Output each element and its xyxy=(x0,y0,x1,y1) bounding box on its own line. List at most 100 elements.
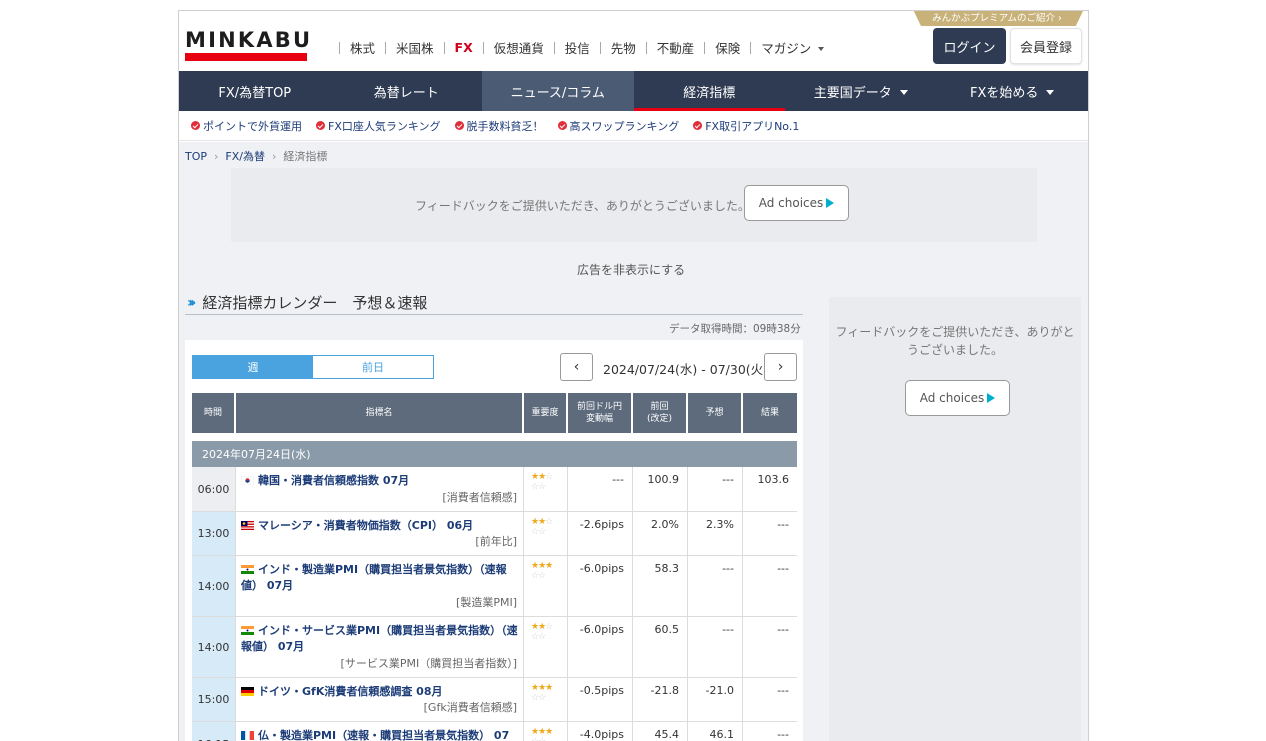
promo-links: ポイントで外貨運用 FX口座人気ランキング 脱手数料貧乏！ 高スワップランキング… xyxy=(179,111,1088,141)
nav-separator xyxy=(339,41,340,54)
mainnav-country-data[interactable]: 主要国データ xyxy=(785,71,937,111)
topnav-futures[interactable]: 先物 xyxy=(611,38,636,57)
ad-choices-button[interactable]: Ad choices xyxy=(744,185,849,221)
hide-ad-link[interactable]: 広告を非表示にする xyxy=(577,261,685,278)
cell-forecast: 2.3% xyxy=(688,512,743,555)
register-button[interactable]: 会員登録 xyxy=(1010,28,1082,64)
nav-separator xyxy=(482,41,484,54)
next-week-button[interactable]: › xyxy=(764,353,797,381)
col-header-prev-change: 前回ドル円 変動幅 xyxy=(568,393,631,433)
table-row: 14:00 インド・製造業PMI（購買担当者景気指数）（速報値） 07月 [製造… xyxy=(192,556,797,617)
indicator-category: [製造業PMI] xyxy=(456,596,517,609)
topnav-fx[interactable]: FX xyxy=(455,40,473,55)
table-row: 13:00 マレーシア・消費者物価指数（CPI） 06月 [前年比] ★★☆ ☆☆… xyxy=(192,512,797,556)
adchoices-icon xyxy=(987,393,996,403)
login-button[interactable]: ログイン xyxy=(933,28,1006,64)
cell-importance: ★★☆ ☆☆ xyxy=(524,617,568,677)
topnav-real-estate[interactable]: 不動産 xyxy=(657,38,695,57)
cell-time: 15:00 xyxy=(192,678,236,721)
tab-week[interactable]: 週 xyxy=(193,356,313,378)
mainnav-rates[interactable]: 為替レート xyxy=(331,71,483,111)
calendar-panel: 週 前日 ‹ 2024/07/24(水) - 07/30(火) › 時間 指標名… xyxy=(185,340,803,741)
breadcrumb: TOP › FX/為替 › 経済指標 xyxy=(185,148,327,164)
cell-forecast: -21.0 xyxy=(688,678,743,721)
col-header-time: 時間 xyxy=(192,393,234,433)
premium-banner[interactable]: みんかぶプレミアムのご紹介 › xyxy=(913,11,1083,26)
check-circle-icon xyxy=(454,121,464,130)
star-rating-icon: ★★★☆☆ xyxy=(531,727,553,741)
indicator-link[interactable]: マレーシア・消費者物価指数（CPI） 06月 xyxy=(241,518,519,534)
nav-separator xyxy=(443,41,445,54)
indicator-link[interactable]: ドイツ・GfK消費者信頼感調査 08月 xyxy=(241,684,519,700)
date-heading-row: 2024年07月24日(水) xyxy=(192,441,797,467)
india-flag-icon xyxy=(241,626,254,635)
check-circle-icon xyxy=(693,121,703,130)
mainnav-indicators[interactable]: 経済指標 xyxy=(633,71,786,111)
col-header-forecast: 予想 xyxy=(688,393,741,433)
indicator-link[interactable]: 韓国・消費者信頼感指数 07月 xyxy=(241,473,519,489)
mainnav-start-fx[interactable]: FXを始める xyxy=(937,71,1089,111)
cell-prev-change: -0.5pips xyxy=(568,678,633,721)
topnav-stocks[interactable]: 株式 xyxy=(350,38,375,57)
topnav-funds[interactable]: 投信 xyxy=(565,38,590,57)
cell-importance: ★★☆ ☆☆ xyxy=(524,467,568,511)
cell-result: --- xyxy=(777,728,789,741)
star-rating-icon: ★★★☆☆ xyxy=(531,561,553,581)
cell-result: 103.6 xyxy=(757,473,790,486)
col-header-importance: 重要度 xyxy=(524,393,566,433)
indicator-link[interactable]: 仏・製造業PMI（速報・購買担当者景気指数） 07月 xyxy=(241,728,519,741)
indicator-category: [前年比] xyxy=(475,535,517,548)
promo-link-swap[interactable]: 高スワップランキング xyxy=(557,118,679,134)
section-divider xyxy=(185,314,803,315)
page-frame: MINKABU 株式 米国株 FX 仮想通貨 投信 先物 不動産 保険 マガジン… xyxy=(178,10,1089,741)
table-row: 14:00 インド・サービス業PMI（購買担当者景気指数）（速報値） 07月 [… xyxy=(192,617,797,678)
nav-separator xyxy=(599,41,601,54)
ad-choices-button[interactable]: Ad choices xyxy=(905,380,1010,416)
cell-prev: 45.4 xyxy=(633,722,688,741)
breadcrumb-top[interactable]: TOP xyxy=(185,150,207,163)
mainnav-news[interactable]: ニュース/コラム xyxy=(482,71,634,111)
cell-prev: -21.8 xyxy=(633,678,688,721)
chevron-left-icon: ‹ xyxy=(573,359,580,375)
france-flag-icon xyxy=(241,731,254,740)
topnav-us-stocks[interactable]: 米国株 xyxy=(396,38,434,57)
indicator-link[interactable]: インド・サービス業PMI（購買担当者景気指数）（速報値） 07月 xyxy=(241,623,519,655)
section-title: ››› 経済指標カレンダー 予想＆速報 xyxy=(187,294,428,312)
breadcrumb-fx[interactable]: FX/為替 xyxy=(225,148,265,164)
promo-link-fees[interactable]: 脱手数料貧乏！ xyxy=(454,118,544,134)
chevron-right-icon: › xyxy=(777,359,784,375)
india-flag-icon xyxy=(241,565,254,574)
cell-importance: ★★★☆☆ xyxy=(524,678,568,721)
ad-banner-top: フィードバックをご提供いただき、ありがとうございました。 Ad choices xyxy=(231,168,1037,242)
cell-prev-change: -4.0pips xyxy=(568,722,633,741)
nav-separator xyxy=(645,41,647,54)
promo-link-points[interactable]: ポイントで外貨運用 xyxy=(191,118,302,134)
cell-indicator: インド・サービス業PMI（購買担当者景気指数）（速報値） 07月 [サービス業P… xyxy=(236,617,524,677)
chevron-down-icon xyxy=(818,46,825,51)
site-header: MINKABU 株式 米国株 FX 仮想通貨 投信 先物 不動産 保険 マガジン… xyxy=(179,11,1088,71)
col-header-prev: 前回 (改定) xyxy=(633,393,686,433)
malaysia-flag-icon xyxy=(241,521,254,530)
cell-indicator: 仏・製造業PMI（速報・購買担当者景気指数） 07月 xyxy=(236,722,524,741)
mainnav-fx-top[interactable]: FX/為替TOP xyxy=(179,71,331,111)
minkabu-logo[interactable]: MINKABU xyxy=(185,28,312,52)
topnav-insurance[interactable]: 保険 xyxy=(715,38,740,57)
tab-previous-day[interactable]: 前日 xyxy=(313,356,433,378)
topnav-magazine[interactable]: マガジン xyxy=(761,38,825,57)
check-circle-icon xyxy=(316,121,325,130)
germany-flag-icon xyxy=(241,687,254,696)
indicator-link[interactable]: インド・製造業PMI（購買担当者景気指数）（速報値） 07月 xyxy=(241,562,519,594)
col-header-result: 結果 xyxy=(743,393,797,433)
promo-link-app[interactable]: FX取引アプリNo.1 xyxy=(693,118,799,134)
cell-indicator: マレーシア・消費者物価指数（CPI） 06月 [前年比] xyxy=(236,512,524,555)
promo-link-ranking[interactable]: FX口座人気ランキング xyxy=(316,118,441,134)
prev-week-button[interactable]: ‹ xyxy=(560,353,593,381)
topnav-crypto[interactable]: 仮想通貨 xyxy=(494,38,544,57)
indicator-category: [消費者信頼感] xyxy=(442,491,517,504)
top-nav: 株式 米国株 FX 仮想通貨 投信 先物 不動産 保険 マガジン xyxy=(329,38,825,57)
cell-indicator: 韓国・消費者信頼感指数 07月 [消費者信頼感] xyxy=(236,467,524,511)
date-range: 2024/07/24(水) - 07/30(火) xyxy=(603,362,769,377)
data-fetch-time: データ取得時間：09時38分 xyxy=(669,323,801,335)
nav-separator xyxy=(553,41,555,54)
cell-forecast: --- xyxy=(688,617,743,677)
